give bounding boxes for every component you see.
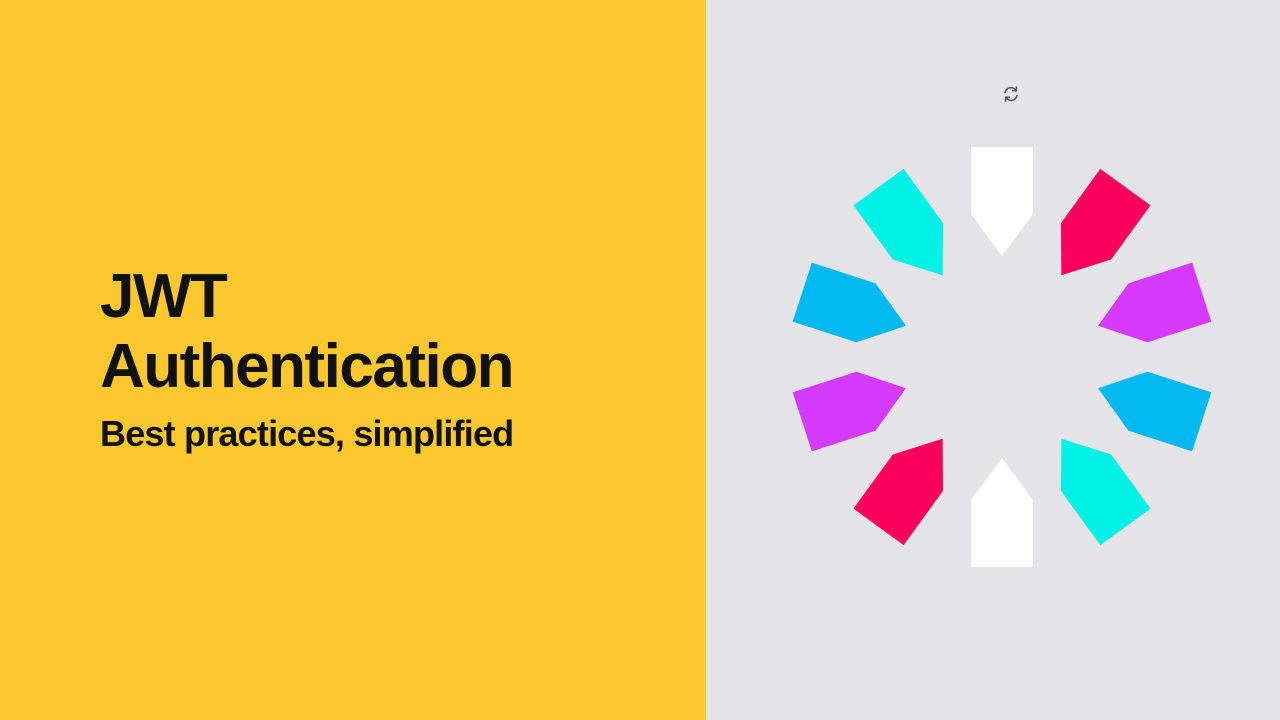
logo-top-arm xyxy=(971,147,1033,256)
logo-bottom-arm xyxy=(971,458,1033,567)
headline-line-2: Authentication xyxy=(100,332,514,401)
logo-cyan-arm-top xyxy=(853,168,944,276)
logo-blue-arm-left xyxy=(792,262,906,343)
logo-white-arm-top xyxy=(971,147,1033,256)
logo-cyan-arm-bottom xyxy=(1060,438,1151,546)
logo-red-arm-top xyxy=(1060,168,1151,276)
logo-red-arm-bottom xyxy=(853,438,944,546)
thumbnail: JWT Authentication Best practices, simpl… xyxy=(0,0,1280,720)
jwt-logo-icon xyxy=(792,147,1212,567)
headline: JWT Authentication xyxy=(100,262,514,402)
logo-purple-arm-left xyxy=(792,371,906,452)
headline-line-1: JWT xyxy=(100,262,228,331)
subtitle: Best practices, simplified xyxy=(100,413,514,454)
logo-white-arm-bottom xyxy=(971,458,1033,567)
refresh-icon[interactable] xyxy=(1001,84,1021,104)
title-panel: JWT Authentication Best practices, simpl… xyxy=(0,0,706,720)
logo-purple-arm-right xyxy=(1098,262,1212,343)
logo-blue-arm-right xyxy=(1098,371,1212,452)
